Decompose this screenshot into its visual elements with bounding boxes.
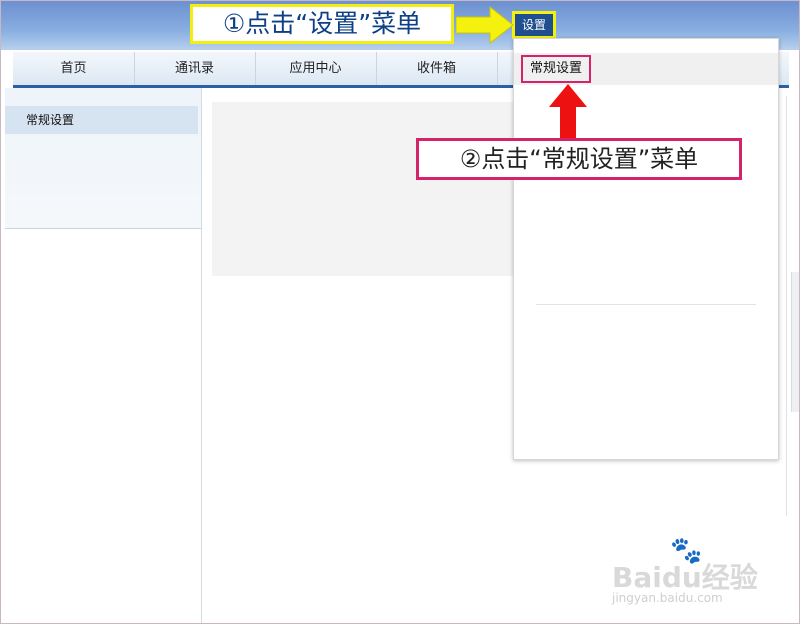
dropdown-item-general-settings[interactable]: 常规设置 [521, 55, 592, 83]
tab-contacts[interactable]: 通讯录 [134, 52, 256, 85]
red-arrow-icon [549, 84, 587, 138]
yellow-arrow-icon [456, 6, 514, 44]
baidu-watermark: 🐾 Baidu经验 jingyan.baidu.com [612, 536, 762, 616]
settings-button[interactable]: 设置 [512, 11, 556, 39]
sidebar: 常规设置 [0, 88, 202, 624]
watermark-url: jingyan.baidu.com [612, 591, 723, 605]
content-divider [786, 96, 787, 516]
tab-app-center[interactable]: 应用中心 [255, 52, 377, 85]
tab-home[interactable]: 首页 [13, 52, 135, 85]
tab-inbox[interactable]: 收件箱 [376, 52, 498, 85]
step1-callout: ①点击“设置”菜单 [190, 4, 454, 44]
dropdown-divider [536, 304, 756, 305]
watermark-logo: Baidu经验 [612, 561, 758, 594]
scrollbar[interactable] [791, 272, 800, 412]
step2-callout: ②点击“常规设置”菜单 [416, 138, 742, 180]
sidebar-item-general-settings[interactable]: 常规设置 [5, 106, 198, 134]
content-placeholder [212, 102, 532, 276]
